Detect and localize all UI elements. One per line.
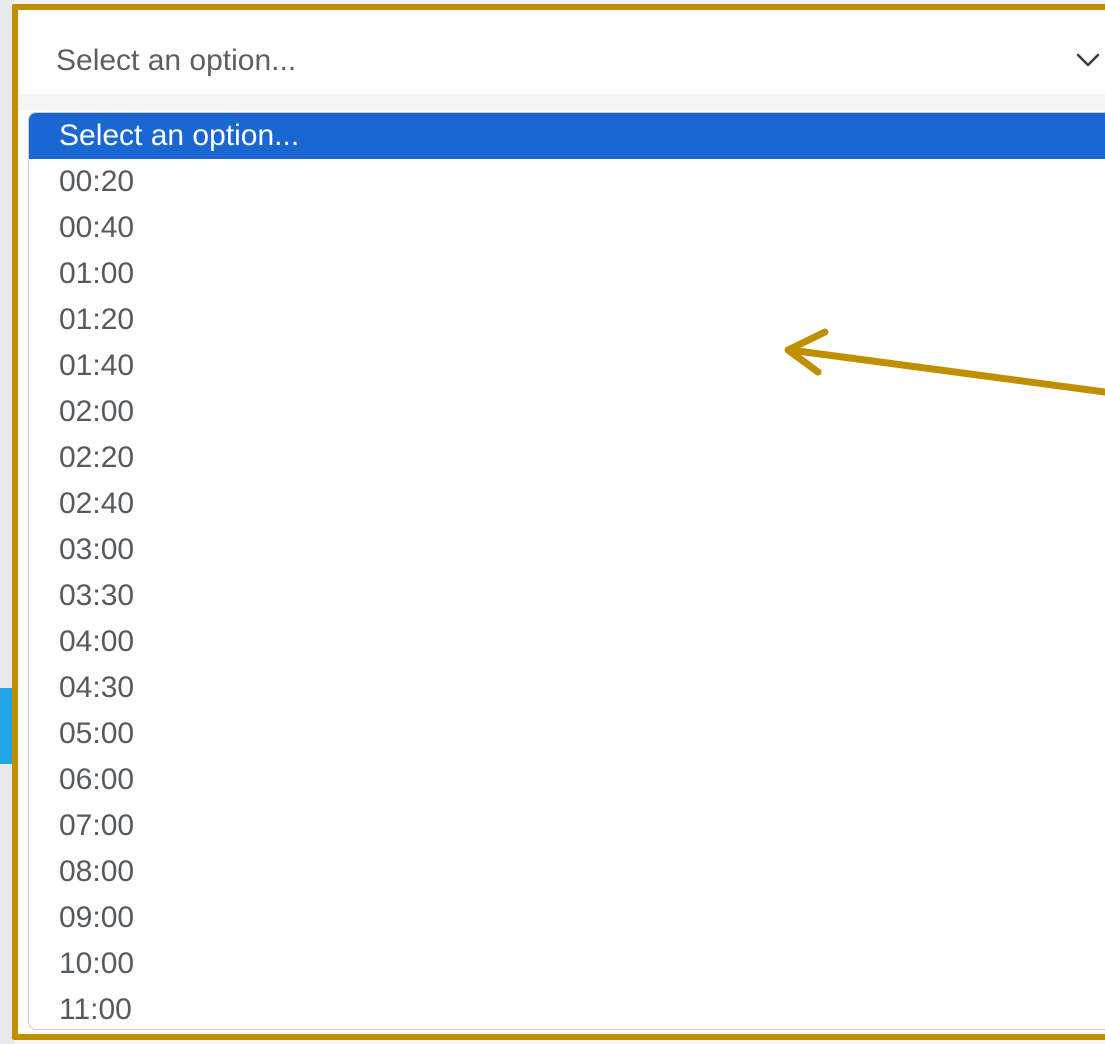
dropdown-option[interactable]: 01:20 (29, 297, 1105, 343)
dropdown-option[interactable]: 08:00 (29, 849, 1105, 895)
select-current-value: Select an option... (56, 44, 297, 77)
dropdown-option[interactable]: 02:00 (29, 389, 1105, 435)
dropdown-option[interactable]: 05:00 (29, 711, 1105, 757)
dropdown-option[interactable]: 03:30 (29, 573, 1105, 619)
dropdown-option[interactable]: 02:20 (29, 435, 1105, 481)
dropdown-option[interactable]: 00:40 (29, 205, 1105, 251)
dropdown-option[interactable]: 01:00 (29, 251, 1105, 297)
dropdown-option[interactable]: 10:00 (29, 941, 1105, 987)
dropdown-option[interactable]: 01:40 (29, 343, 1105, 389)
dropdown-option[interactable]: 02:40 (29, 481, 1105, 527)
dropdown-option[interactable]: 04:00 (29, 619, 1105, 665)
dropdown-option[interactable]: Select an option... (29, 113, 1105, 159)
select-bottom-shade (18, 94, 1105, 110)
dropdown-option[interactable]: 06:00 (29, 757, 1105, 803)
dropdown-option[interactable]: 04:30 (29, 665, 1105, 711)
screenshot-stage: Select an option... Select an option... … (0, 0, 1105, 1044)
dropdown-option[interactable]: 00:20 (29, 159, 1105, 205)
dropdown-options-list[interactable]: Select an option... 00:20 00:40 01:00 01… (28, 112, 1105, 1030)
dropdown-option[interactable]: 07:00 (29, 803, 1105, 849)
dropdown-option[interactable]: 03:00 (29, 527, 1105, 573)
time-select[interactable]: Select an option... (18, 10, 1105, 110)
dropdown-option[interactable]: 11:00 (29, 987, 1105, 1029)
dropdown-option[interactable]: 09:00 (29, 895, 1105, 941)
chevron-down-icon[interactable] (1074, 50, 1102, 70)
